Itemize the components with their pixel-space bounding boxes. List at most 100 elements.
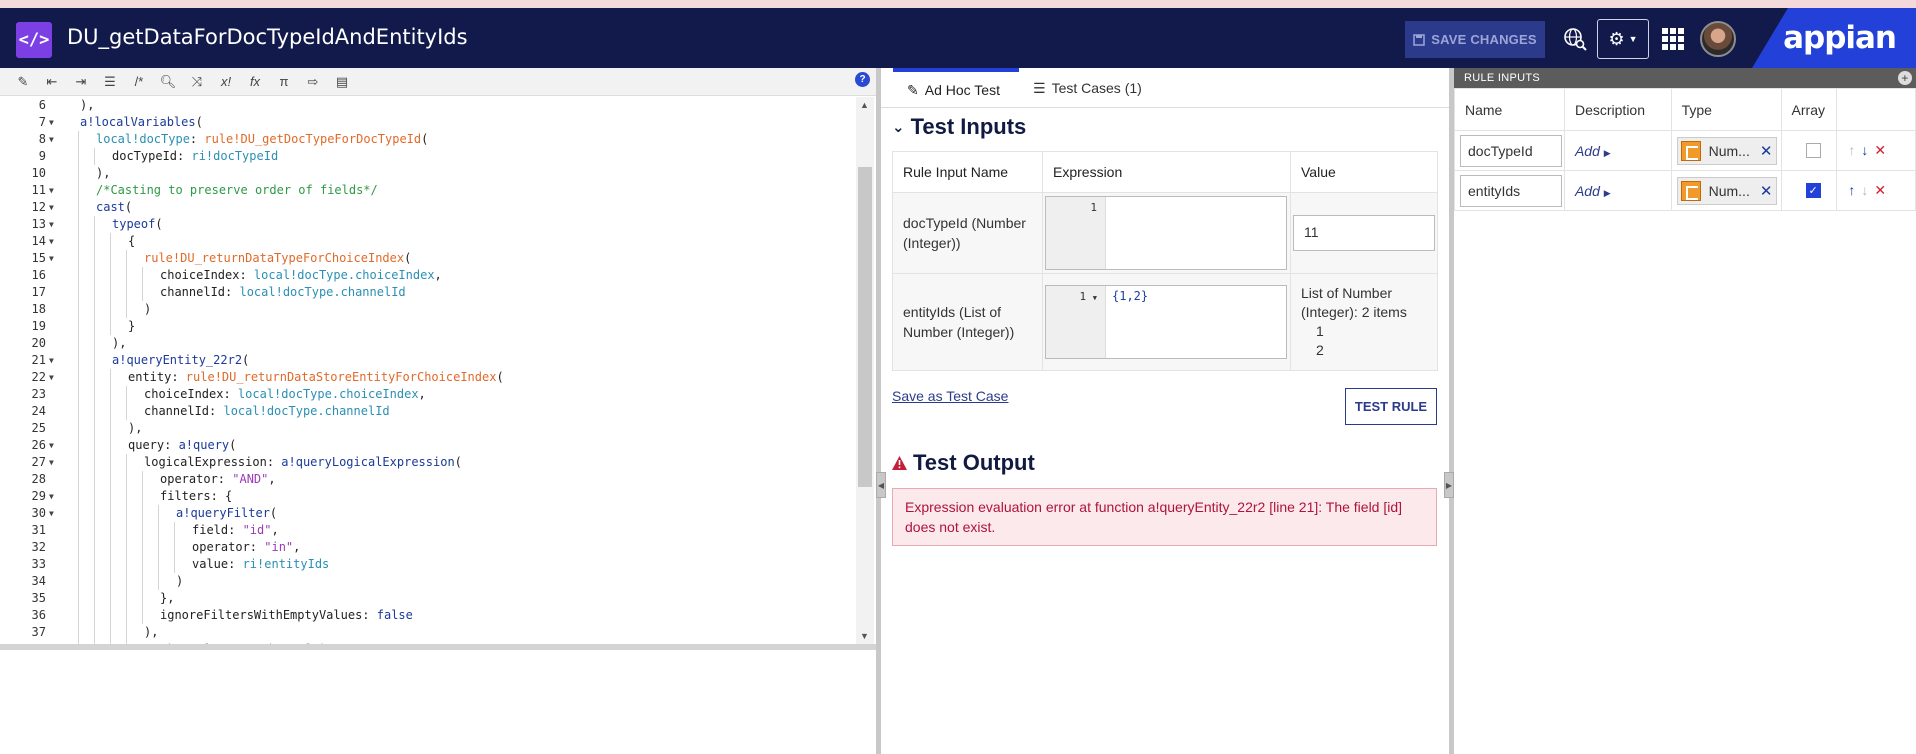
comment-icon[interactable]: /* (128, 71, 150, 93)
code-line[interactable]: 33 value: ri!entityIds (0, 556, 856, 573)
globe-search-icon[interactable] (1562, 26, 1588, 52)
fold-caret-icon[interactable]: ▼ (49, 352, 54, 369)
fold-caret-icon[interactable]: ▼ (49, 114, 54, 131)
code-line[interactable]: 35}, (0, 590, 856, 607)
clear-type-icon[interactable]: ✕ (1760, 142, 1773, 160)
indent-icon[interactable]: ⇥ (70, 71, 92, 93)
scroll-thumb[interactable] (858, 167, 872, 487)
collapse-right-icon[interactable]: ▶ (1444, 472, 1454, 498)
fold-caret-icon[interactable]: ▼ (49, 488, 54, 505)
code-line[interactable]: 17 channelId: local!docType.channelId (0, 284, 856, 301)
app-launcher-icon[interactable] (1662, 28, 1686, 50)
code-line[interactable]: 31 field: "id", (0, 522, 856, 539)
code-line[interactable]: 16 choiceIndex: local!docType.choiceIndex… (0, 267, 856, 284)
code-line[interactable]: 24 channelId: local!docType.channelId (0, 403, 856, 420)
code-line[interactable]: 27 ▼ logicalExpression: a!queryLogicalExpr… (0, 454, 856, 471)
editor-splitter[interactable] (0, 644, 876, 650)
type-selector[interactable]: Num... ✕ (1676, 176, 1777, 205)
preview-icon[interactable]: ▤ (331, 71, 353, 93)
pi-icon[interactable]: π (273, 71, 295, 93)
code-line[interactable]: 30 ▼ a!queryFilter( (0, 505, 856, 522)
delete-icon[interactable]: ✕ (1874, 182, 1886, 199)
test-rule-button[interactable]: TEST RULE (1345, 388, 1437, 425)
move-down-icon[interactable]: ↓ (1861, 142, 1868, 159)
fold-caret-icon[interactable]: ▼ (49, 454, 54, 471)
save-changes-button[interactable]: SAVE CHANGES (1405, 21, 1545, 58)
fold-caret-icon[interactable]: ▼ (49, 437, 54, 454)
code-line[interactable]: 9 docTypeId: ri!docTypeId (0, 148, 856, 165)
code-line[interactable]: 34) (0, 573, 856, 590)
code-line[interactable]: 29 ▼ filters: { (0, 488, 856, 505)
code-text: cast( (96, 200, 133, 214)
code-line[interactable]: 28 operator: "AND", (0, 471, 856, 488)
tab-ad-hoc-test[interactable]: ✎ Ad Hoc Test (893, 68, 1019, 108)
rule-input-name-field[interactable]: docTypeId (1460, 134, 1562, 167)
fold-caret-icon[interactable]: ▼ (49, 505, 54, 522)
move-up-icon[interactable]: ↑ (1848, 182, 1855, 199)
code-line[interactable]: 13 ▼ typeof( (0, 216, 856, 233)
code-line[interactable]: 12 ▼ cast( (0, 199, 856, 216)
code-editor[interactable]: 6), 7 ▼ a!localVariables(8 ▼ local!docType: r… (0, 97, 856, 644)
code-line[interactable]: 36 ignoreFiltersWithEmptyValues: false (0, 607, 856, 624)
format-wand-icon[interactable]: ✎ (12, 71, 34, 93)
fold-caret-icon[interactable]: ▼ (49, 233, 54, 250)
delete-icon[interactable]: ✕ (1874, 142, 1886, 159)
function-error-icon[interactable]: x! (215, 71, 237, 93)
code-line[interactable]: 26 ▼ query: a!query( (0, 437, 856, 454)
fold-caret-icon[interactable]: ▼ (49, 182, 54, 199)
list-icon[interactable]: ☰ (99, 71, 121, 93)
array-checkbox[interactable] (1805, 143, 1821, 158)
scroll-down-icon[interactable]: ▼ (860, 631, 869, 641)
code-line[interactable]: 19} (0, 318, 856, 335)
rule-input-name-field[interactable]: entityIds (1460, 174, 1562, 207)
scroll-up-icon[interactable]: ▲ (860, 100, 869, 110)
settings-menu-button[interactable]: ⚙ ▼ (1597, 19, 1649, 59)
outdent-icon[interactable]: ⇤ (41, 71, 63, 93)
code-line[interactable]: 25), (0, 420, 856, 437)
column-header (1836, 88, 1916, 131)
code-line[interactable]: 6), (0, 97, 856, 114)
add-description-link[interactable]: Add ▶ (1570, 143, 1611, 159)
code-line[interactable]: 21 ▼ a!queryEntity_22r2( (0, 352, 856, 369)
help-icon[interactable]: ? (855, 72, 870, 87)
code-line[interactable]: 11 ▼ /*Casting to preserve order of fields… (0, 182, 856, 199)
move-up-icon[interactable]: ↑ (1848, 142, 1855, 159)
fold-caret-icon[interactable]: ▼ (49, 216, 54, 233)
clear-type-icon[interactable]: ✕ (1760, 182, 1773, 200)
add-description-link[interactable]: Add ▶ (1570, 183, 1611, 199)
fold-caret-icon[interactable]: ▼ (49, 199, 54, 216)
panel-splitter-left[interactable] (876, 68, 881, 754)
code-line[interactable]: 22 ▼ entity: rule!DU_returnDataStoreEntity… (0, 369, 856, 386)
function-icon[interactable]: fx (244, 71, 266, 93)
expression-editor[interactable]: 1 ▼ {1,2} (1045, 285, 1287, 359)
code-line[interactable]: 15 ▼ rule!DU_returnDataTypeForChoiceIndex( (0, 250, 856, 267)
fold-caret-icon[interactable]: ▼ (49, 131, 54, 148)
expression-editor[interactable]: 1 (1045, 196, 1287, 270)
code-line[interactable]: 8 ▼ local!docType: rule!DU_getDocTypeForDo… (0, 131, 856, 148)
fold-caret-icon[interactable]: ▼ (49, 369, 54, 386)
code-text: ), (96, 166, 111, 180)
code-line[interactable]: 32 operator: "in", (0, 539, 856, 556)
array-checkbox[interactable]: ✓ (1805, 183, 1821, 198)
add-rule-input-icon[interactable]: + (1898, 71, 1912, 85)
search-icon[interactable]: 🔍︎ (157, 71, 179, 93)
collapse-left-icon[interactable]: ◀ (876, 472, 886, 498)
code-line[interactable]: 23 choiceIndex: local!docType.choiceIndex… (0, 386, 856, 403)
test-inputs-header[interactable]: ⌄ Test Inputs (892, 114, 1026, 140)
move-down-icon[interactable]: ↓ (1861, 182, 1868, 199)
code-line[interactable]: 10), (0, 165, 856, 182)
code-line[interactable]: 20), (0, 335, 856, 352)
shuffle-icon[interactable]: ⤨ (186, 71, 208, 93)
value-input[interactable]: 11 (1293, 215, 1435, 251)
tab-test-cases[interactable]: ☰ Test Cases (1) (1019, 68, 1156, 108)
save-as-test-case-link[interactable]: Save as Test Case (892, 388, 1008, 404)
code-line[interactable]: 18) (0, 301, 856, 318)
avatar[interactable] (1700, 21, 1736, 57)
code-line[interactable]: 37), (0, 624, 856, 641)
fold-caret-icon[interactable]: ▼ (49, 250, 54, 267)
export-icon[interactable]: ⇨ (302, 71, 324, 93)
type-selector[interactable]: Num... ✕ (1676, 136, 1777, 165)
editor-scrollbar[interactable]: ▲ ▼ (856, 97, 874, 644)
code-line[interactable]: 7 ▼ a!localVariables( (0, 114, 856, 131)
code-line[interactable]: 14 ▼ { (0, 233, 856, 250)
